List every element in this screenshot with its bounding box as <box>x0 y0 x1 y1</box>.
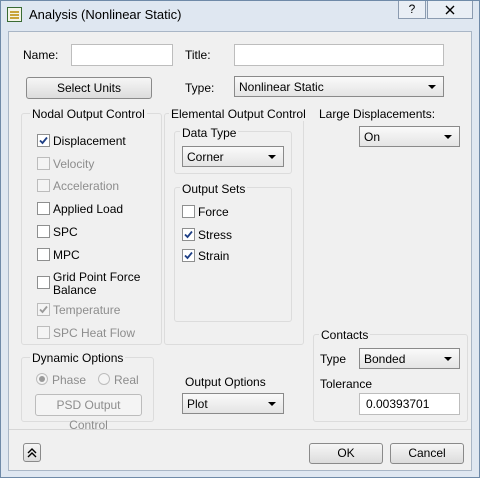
check-icon <box>184 251 193 260</box>
tolerance-label: Tolerance <box>320 377 373 391</box>
radio-dot-icon <box>39 376 45 382</box>
type-select-value: Nonlinear Static <box>239 80 324 94</box>
window-title: Analysis (Nonlinear Static) <box>29 7 182 22</box>
mpc-checkbox[interactable] <box>37 248 50 261</box>
contact-type-select[interactable]: Bonded <box>359 348 460 369</box>
velocity-label: Velocity <box>53 157 95 171</box>
force-checkbox[interactable] <box>182 205 195 218</box>
data-type-title: Data Type <box>180 126 239 140</box>
stress-checkbox[interactable] <box>182 228 195 241</box>
help-button[interactable]: ? <box>398 1 426 19</box>
large-displacements-select[interactable]: On <box>359 126 460 147</box>
phase-label: Phase <box>52 373 87 387</box>
acceleration-checkbox[interactable] <box>37 179 50 192</box>
temperature-checkbox[interactable] <box>37 303 50 316</box>
spc-heat-flow-checkbox[interactable] <box>37 326 50 339</box>
select-units-button[interactable]: Select Units <box>26 77 152 99</box>
output-sets-title: Output Sets <box>180 182 248 196</box>
spc-heat-flow-label: SPC Heat Flow <box>53 326 136 340</box>
large-displacements-label: Large Displacements: <box>319 107 436 121</box>
elemental-output-title: Elemental Output Control <box>169 107 308 121</box>
nodal-output-title: Nodal Output Control <box>30 107 147 121</box>
chevron-down-icon <box>444 135 452 139</box>
footer-separator <box>9 429 471 430</box>
cancel-button[interactable]: Cancel <box>390 443 464 464</box>
grid-point-force-balance-checkbox[interactable] <box>37 276 50 289</box>
velocity-checkbox[interactable] <box>37 157 50 170</box>
output-options-value: Plot <box>187 397 208 411</box>
dynamic-options-title: Dynamic Options <box>30 351 126 365</box>
stress-label: Stress <box>198 228 233 242</box>
temperature-label: Temperature <box>53 303 121 317</box>
title-input[interactable] <box>234 44 444 66</box>
data-type-select-value: Corner <box>187 150 224 164</box>
check-icon <box>39 305 48 314</box>
data-type-select[interactable]: Corner <box>182 146 284 167</box>
type-label: Type: <box>185 81 215 95</box>
real-radio[interactable] <box>98 373 110 385</box>
applied-load-checkbox[interactable] <box>37 202 50 215</box>
close-button[interactable] <box>427 1 473 19</box>
ok-button[interactable]: OK <box>309 443 383 464</box>
spc-label: SPC <box>53 225 78 239</box>
psd-output-control-button[interactable]: PSD Output Control <box>35 394 142 432</box>
contact-type-value: Bonded <box>364 352 406 366</box>
double-chevron-up-icon <box>27 448 37 458</box>
name-input[interactable] <box>71 44 173 66</box>
chevron-down-icon <box>444 357 452 361</box>
chevron-down-icon <box>428 85 436 89</box>
acceleration-label: Acceleration <box>53 179 120 193</box>
grid-point-force-label: Grid Point Force <box>53 270 141 284</box>
contacts-title: Contacts <box>319 328 371 342</box>
output-options-select[interactable]: Plot <box>182 393 284 414</box>
dialog-body: Name: Title: Select Units Type: Nonlinea… <box>8 31 472 471</box>
type-select[interactable]: Nonlinear Static <box>234 76 444 97</box>
displacement-label: Displacement <box>53 134 126 148</box>
name-label: Name: <box>23 48 59 62</box>
force-label: Force <box>198 205 229 219</box>
phase-radio[interactable] <box>36 373 48 385</box>
help-icon: ? <box>408 2 416 16</box>
contact-type-label: Type <box>320 352 347 366</box>
dialog-window: Analysis (Nonlinear Static) ? Name: Titl… <box>0 0 480 478</box>
mpc-label: MPC <box>53 248 80 262</box>
chevron-down-icon <box>268 402 276 406</box>
strain-label: Strain <box>198 249 230 263</box>
applied-load-label: Applied Load <box>53 202 124 216</box>
title-bar: Analysis (Nonlinear Static) ? <box>1 1 479 29</box>
grid-point-force-label-line2: Balance <box>53 283 97 297</box>
app-icon <box>7 7 22 22</box>
check-icon <box>184 230 193 239</box>
check-icon <box>39 136 48 145</box>
output-options-label: Output Options <box>185 375 266 389</box>
real-label: Real <box>114 373 139 387</box>
displacement-checkbox[interactable] <box>37 134 50 147</box>
close-icon <box>445 5 455 15</box>
spc-checkbox[interactable] <box>37 225 50 238</box>
expand-button[interactable] <box>23 443 41 462</box>
large-displacements-value: On <box>364 130 381 144</box>
chevron-down-icon <box>268 155 276 159</box>
tolerance-input[interactable]: 0.00393701 <box>359 393 460 415</box>
title-label: Title: <box>185 48 211 62</box>
strain-checkbox[interactable] <box>182 249 195 262</box>
